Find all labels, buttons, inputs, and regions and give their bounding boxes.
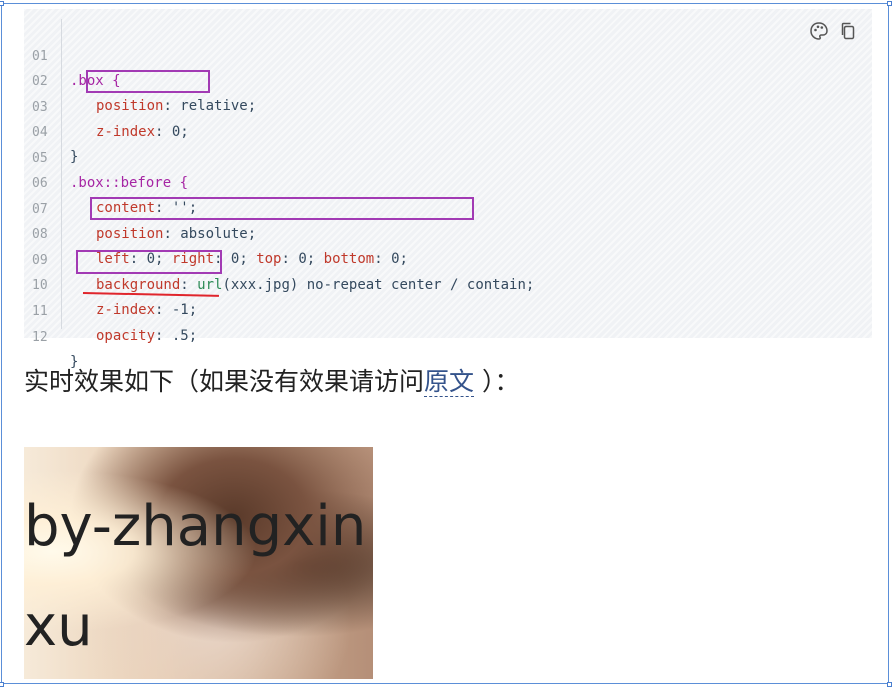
palette-icon[interactable]: [809, 21, 829, 41]
code-line-1: 01 .box {: [24, 19, 121, 89]
code-line-8: 08 left: 0; right: 0; top: 0; bottom: 0;: [24, 197, 408, 267]
code-line-6: 06 content: '';: [24, 146, 197, 216]
code-line-5: 05 .box::before {: [24, 121, 188, 191]
original-article-link[interactable]: 原文: [424, 367, 475, 397]
code-line-9: 09 background: url(xxx.jpg) no-repeat ce…: [24, 223, 534, 293]
highlight-box-inset: [90, 197, 474, 220]
highlight-box-z-index-minus-1: [76, 250, 222, 274]
code-line-12: 12 }: [24, 300, 78, 370]
code-line-4: 04 }: [24, 95, 78, 165]
selector: .box::before {: [70, 175, 189, 191]
code-block: 01 .box { 02 position: relative; 03 z-in…: [24, 9, 872, 370]
copy-icon[interactable]: [838, 21, 858, 41]
description-paragraph: 实时效果如下（如果没有效果请访问原文 ）：: [24, 367, 520, 397]
resize-handle-top-left[interactable]: [0, 1, 4, 6]
code-line-10: 10 z-index: -1;: [24, 248, 197, 318]
highlight-box-z-index-0: [86, 70, 210, 93]
code-line-11: 11 opacity: .5;: [24, 274, 197, 344]
demo-image-box: by-zhangxinxu: [24, 447, 373, 679]
resize-handle-bottom-right[interactable]: [887, 682, 892, 687]
resize-handle-top-right[interactable]: [887, 1, 892, 6]
line-number: 12: [32, 330, 48, 345]
line-number-gutter: [61, 19, 62, 329]
code-line-2: 02 position: relative;: [24, 44, 256, 114]
code-line-7: 07 position: absolute;: [24, 172, 256, 242]
demo-text: by-zhangxinxu: [24, 494, 367, 659]
resize-handle-bottom-left[interactable]: [0, 682, 4, 687]
code-line-3: 03 z-index: 0;: [24, 70, 189, 140]
